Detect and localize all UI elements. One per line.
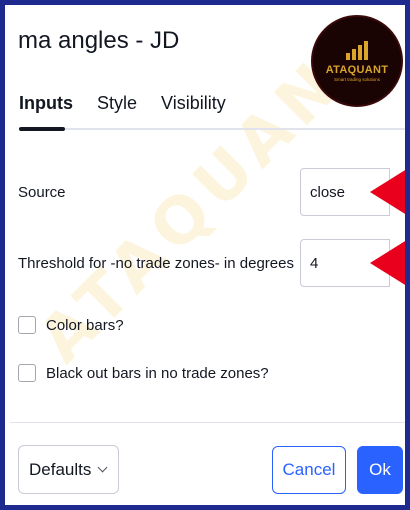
color-bars-label: Color bars? — [46, 316, 124, 334]
threshold-label: Threshold for -no trade zones- in degree… — [18, 255, 294, 272]
chevron-down-icon — [97, 462, 108, 473]
tab-style[interactable]: Style — [97, 93, 137, 114]
color-bars-option[interactable]: Color bars? — [18, 316, 124, 334]
black-out-option[interactable]: Black out bars in no trade zones? — [18, 364, 269, 382]
footer-divider — [10, 422, 405, 423]
black-out-checkbox[interactable] — [18, 364, 36, 382]
logo-tagline: Smart trading solutions — [333, 77, 381, 82]
active-tab-indicator — [19, 127, 65, 131]
cancel-button[interactable]: Cancel — [272, 446, 346, 494]
tab-inputs[interactable]: Inputs — [19, 93, 73, 114]
red-arrow-pointer — [370, 167, 405, 217]
color-bars-checkbox[interactable] — [18, 316, 36, 334]
logo-brand: ATAQUANT — [325, 64, 389, 76]
ataquant-logo: ATAQUANT Smart trading solutions — [311, 15, 403, 107]
tab-visibility[interactable]: Visibility — [161, 93, 226, 114]
source-label: Source — [18, 184, 66, 201]
defaults-dropdown[interactable]: Defaults — [18, 445, 119, 494]
red-arrow-pointer — [370, 238, 405, 288]
tab-bar: Inputs Style Visibility — [19, 93, 226, 114]
ok-button[interactable]: Ok — [357, 446, 403, 494]
dialog-title: ma angles - JD — [18, 27, 180, 54]
chart-bars-icon — [346, 40, 368, 60]
black-out-label: Black out bars in no trade zones? — [46, 364, 269, 382]
tab-track — [19, 128, 405, 130]
settings-dialog: ATAQUANT ma angles - JD ATAQUANT Smart t… — [0, 0, 410, 510]
defaults-label: Defaults — [29, 459, 92, 479]
